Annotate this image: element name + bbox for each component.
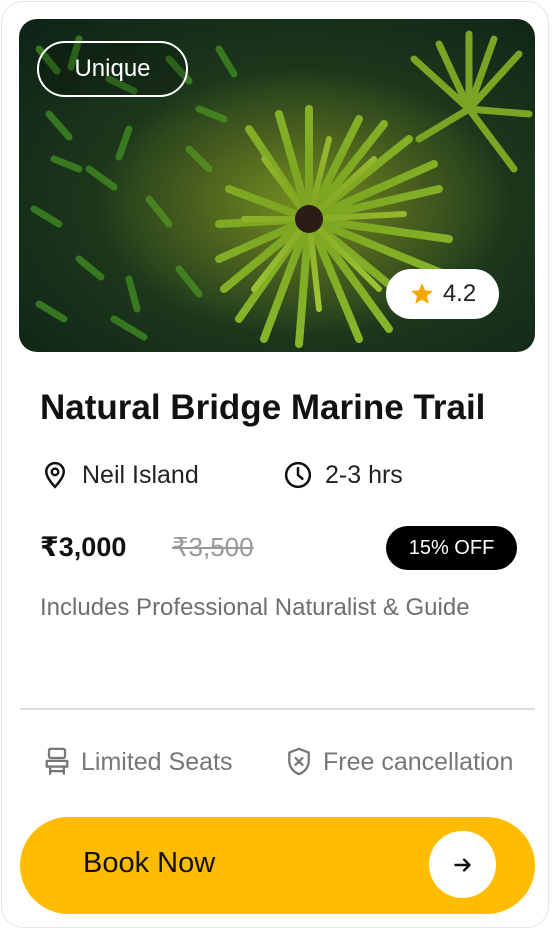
- feature-label: Free cancellation: [323, 747, 514, 776]
- feature-limited-seats: Limited Seats: [43, 746, 232, 778]
- location-label: Neil Island: [82, 460, 199, 489]
- shield-x-icon: [288, 747, 310, 776]
- discount-badge: 15% OFF: [386, 526, 517, 570]
- book-now-button[interactable]: Book Now: [20, 817, 535, 914]
- rating-badge: 4.2: [386, 269, 499, 319]
- divider: [20, 708, 535, 710]
- location-info: Neil Island: [40, 460, 199, 490]
- duration-info: 2-3 hrs: [283, 460, 403, 490]
- current-price: ₹3,000: [40, 532, 127, 562]
- location-pin-icon: [44, 461, 66, 489]
- hero-image[interactable]: Unique 4.2: [19, 19, 535, 352]
- original-price: ₹3,500: [172, 532, 254, 562]
- experience-title: Natural Bridge Marine Trail: [40, 388, 486, 427]
- experience-card[interactable]: Unique 4.2 Natural Bridge Marine Trail N…: [1, 1, 549, 928]
- duration-label: 2-3 hrs: [325, 460, 403, 489]
- tag-badge: Unique: [37, 41, 188, 97]
- star-icon: [410, 283, 433, 304]
- feature-label: Limited Seats: [81, 747, 233, 776]
- feature-free-cancellation: Free cancellation: [285, 746, 513, 778]
- arrow-circle[interactable]: [429, 831, 496, 898]
- arrow-right-icon: [453, 857, 471, 872]
- book-now-label: Book Now: [83, 847, 216, 879]
- seat-icon: [45, 747, 69, 775]
- clock-icon: [284, 461, 312, 489]
- description: Includes Professional Naturalist & Guide: [40, 594, 470, 621]
- rating-value: 4.2: [442, 280, 477, 307]
